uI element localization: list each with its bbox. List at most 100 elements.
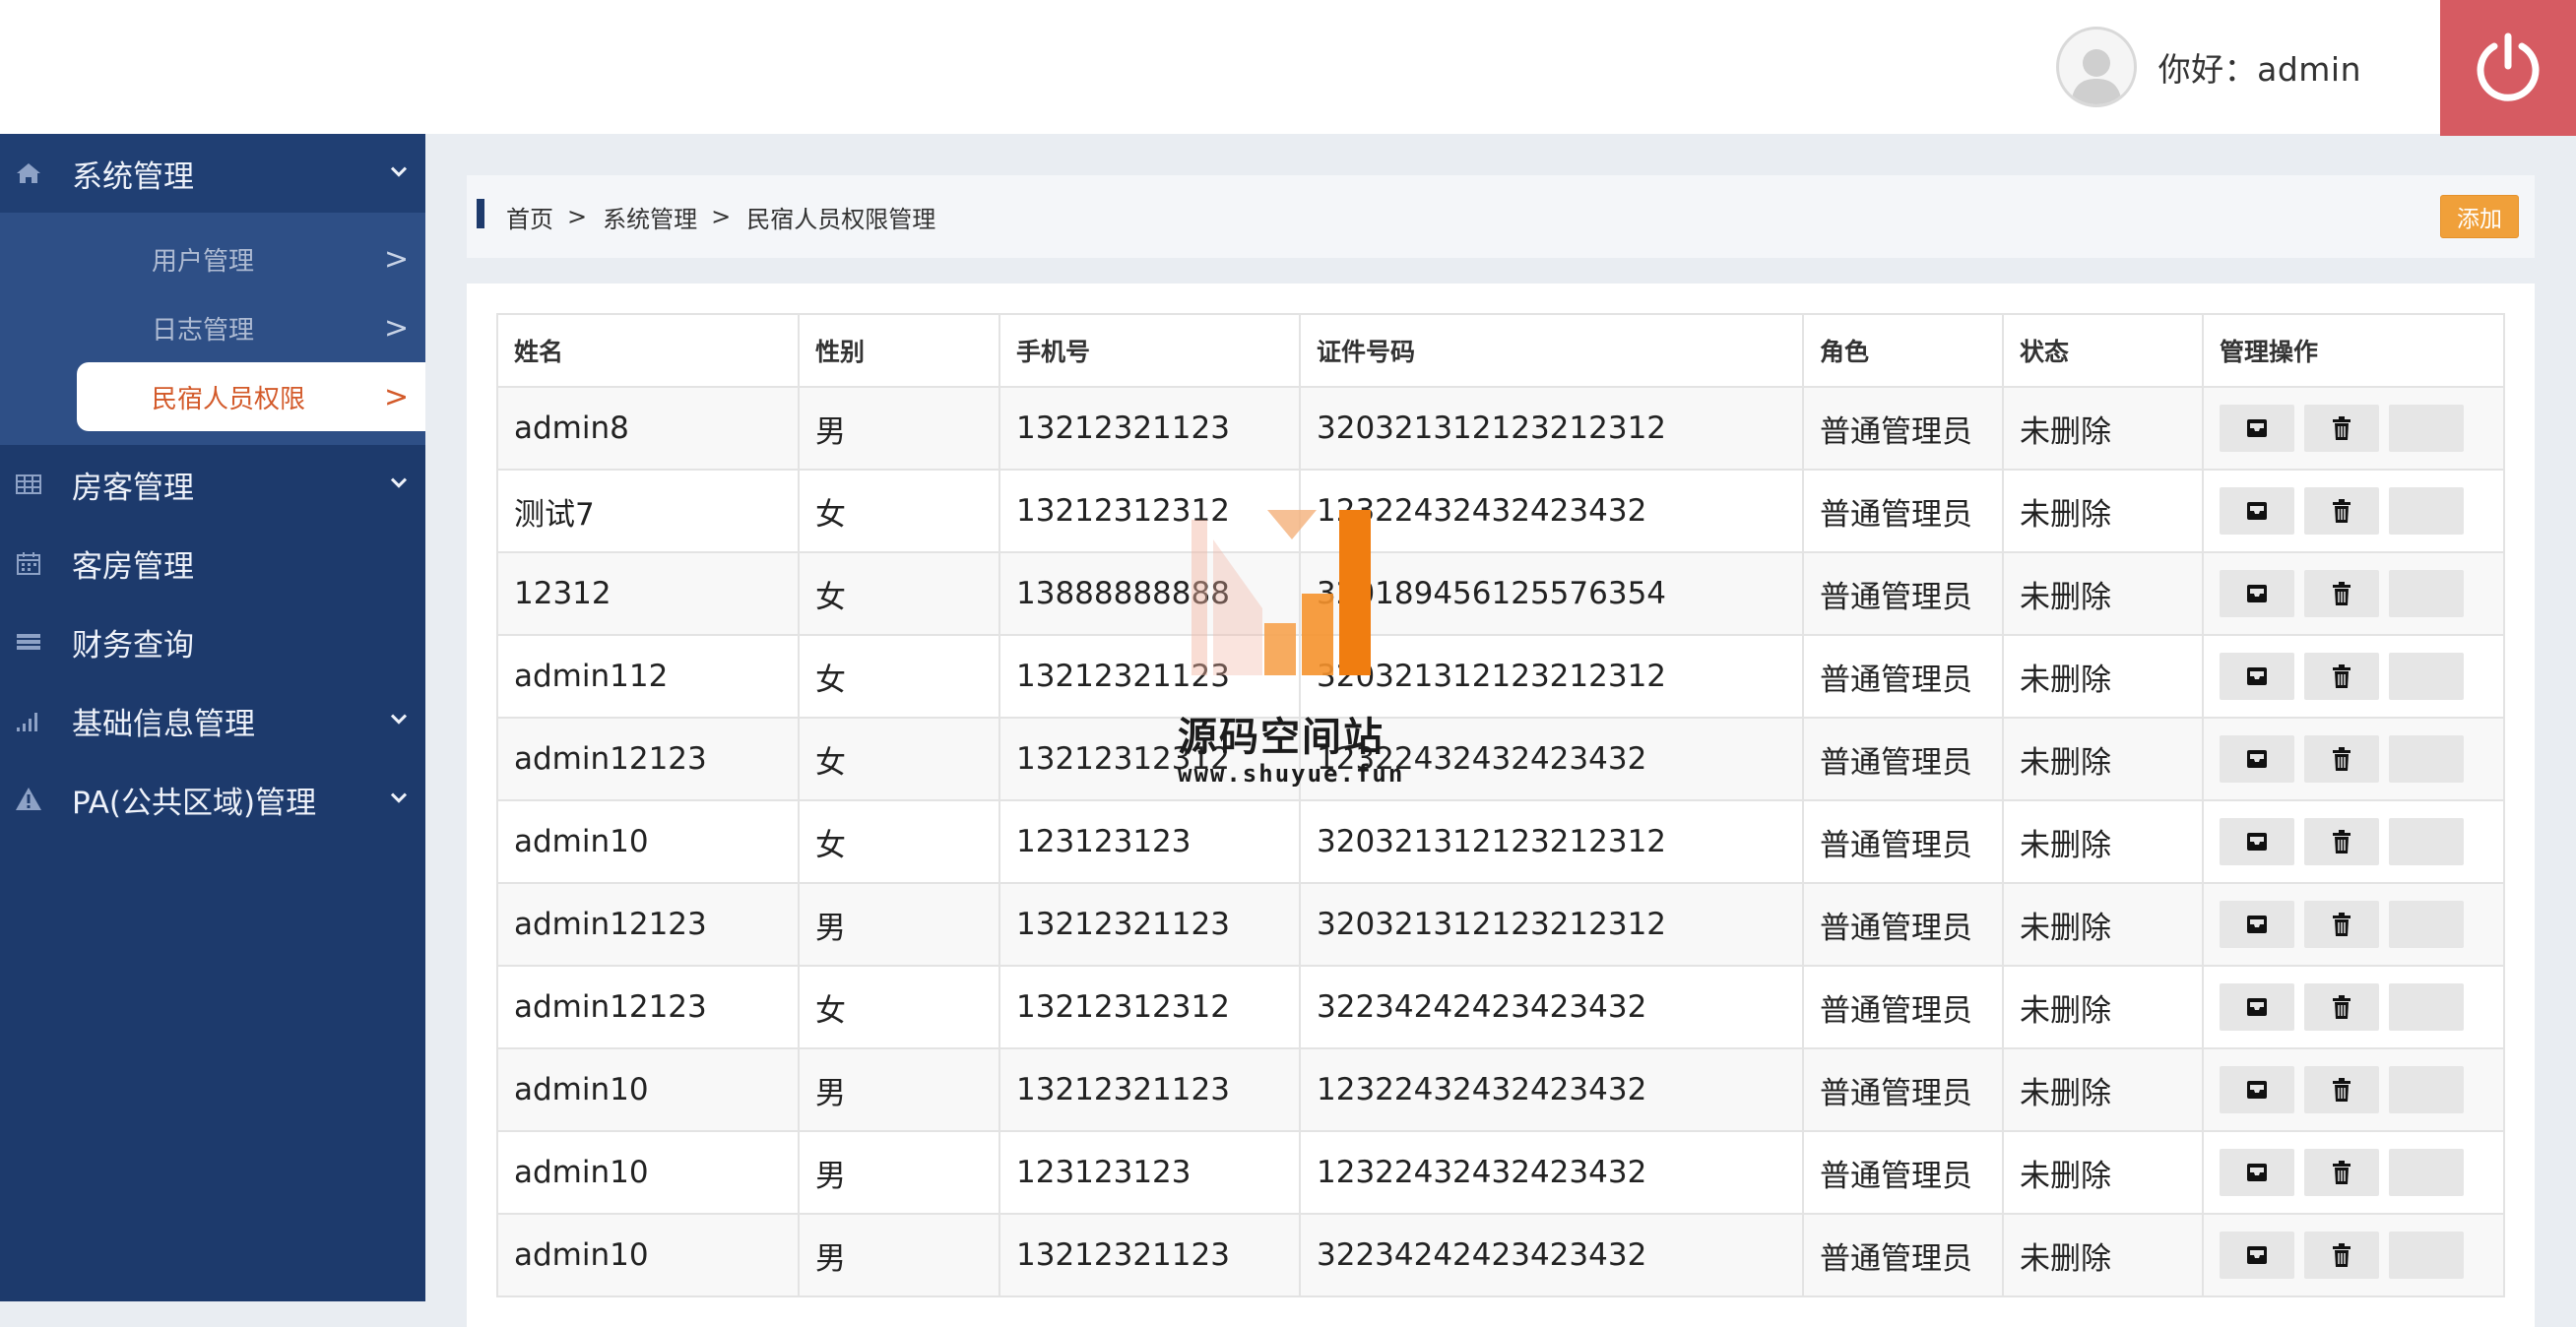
column-header-phone: 手机号 — [998, 313, 1301, 388]
edit-button[interactable] — [2220, 983, 2294, 1031]
edit-button[interactable] — [2220, 818, 2294, 865]
nav-group-label: 客房管理 — [72, 548, 194, 585]
table-row: admin12123 男 13212321123 320321312123212312… — [496, 882, 2505, 967]
sidebar-item-label: 用户管理 — [152, 246, 255, 277]
cell-gender: 男 — [798, 882, 1000, 967]
extra-action-button[interactable] — [2389, 405, 2464, 452]
delete-button[interactable] — [2304, 405, 2379, 452]
extra-action-button[interactable] — [2389, 1149, 2464, 1196]
edit-button[interactable] — [2220, 735, 2294, 783]
nav-group-finance[interactable]: 财务查询 — [0, 602, 425, 681]
extra-action-button[interactable] — [2389, 735, 2464, 783]
cell-actions — [2202, 717, 2505, 801]
breadcrumb-system[interactable]: 系统管理 — [603, 200, 697, 234]
edit-button[interactable] — [2220, 653, 2294, 700]
cell-name: 测试7 — [496, 469, 800, 553]
extra-action-button[interactable] — [2389, 570, 2464, 617]
nav-group-label: 系统管理 — [72, 158, 194, 195]
column-header-status: 状态 — [2002, 313, 2204, 388]
cell-id-number: 320321312123212312 — [1299, 386, 1804, 471]
sidebar: 系统管理 用户管理 > 日志管理 > 民宿人员权限 > 房客管理 客房管理 财务… — [0, 134, 425, 1301]
edit-button[interactable] — [2220, 570, 2294, 617]
inbox-icon — [2247, 667, 2267, 685]
breadcrumb-home[interactable]: 首页 — [506, 200, 553, 234]
cell-gender: 男 — [798, 1130, 1000, 1215]
arrow-right-icon: > — [384, 379, 410, 414]
cell-id-number: 320321312123212312 — [1299, 799, 1804, 884]
delete-button[interactable] — [2304, 570, 2379, 617]
table-header-row: 姓名 性别 手机号 证件号码 角色 状态 管理操作 — [496, 313, 2505, 388]
cell-phone: 13212321123 — [998, 882, 1301, 967]
sidebar-item-user-management[interactable]: 用户管理 > — [0, 224, 425, 293]
cell-status: 未删除 — [2002, 386, 2204, 471]
nav-group-label: 房客管理 — [72, 470, 194, 506]
edit-button[interactable] — [2220, 405, 2294, 452]
delete-button[interactable] — [2304, 901, 2379, 948]
nav-group-basic-info[interactable]: 基础信息管理 — [0, 681, 425, 760]
table-row: admin12123 女 13212312312 12322432432423432 普… — [496, 717, 2505, 801]
delete-button[interactable] — [2304, 818, 2379, 865]
cell-gender: 女 — [798, 799, 1000, 884]
extra-action-button[interactable] — [2389, 818, 2464, 865]
delete-button[interactable] — [2304, 1232, 2379, 1279]
breadcrumb-current: 民宿人员权限管理 — [746, 205, 936, 233]
sidebar-item-label: 民宿人员权限 — [152, 384, 306, 414]
power-icon — [2477, 32, 2540, 101]
extra-action-button[interactable] — [2389, 653, 2464, 700]
cell-phone: 123123123 — [998, 1130, 1301, 1215]
greeting-text: 你好：admin — [2157, 50, 2361, 89]
inbox-icon — [2247, 750, 2267, 768]
extra-action-button[interactable] — [2389, 983, 2464, 1031]
cell-actions — [2202, 1047, 2505, 1132]
sidebar-item-log-management[interactable]: 日志管理 > — [0, 293, 425, 362]
cell-name: admin10 — [496, 1130, 800, 1215]
delete-button[interactable] — [2304, 653, 2379, 700]
chevron-down-icon — [390, 714, 408, 725]
table-row: 测试7 女 13212312312 12322432432423432 普通管理员 未删除 — [496, 469, 2505, 553]
nav-group-public-area[interactable]: PA(公共区域)管理 — [0, 760, 425, 839]
extra-action-button[interactable] — [2389, 901, 2464, 948]
delete-button[interactable] — [2304, 1066, 2379, 1113]
cell-gender: 女 — [798, 469, 1000, 553]
edit-button[interactable] — [2220, 487, 2294, 535]
edit-button[interactable] — [2220, 1232, 2294, 1279]
trash-icon — [2333, 1161, 2351, 1184]
inbox-icon — [2247, 585, 2267, 602]
add-button[interactable]: 添加 — [2440, 195, 2519, 238]
cell-actions — [2202, 551, 2505, 636]
signal-icon — [17, 713, 37, 731]
cell-gender: 男 — [798, 386, 1000, 471]
row-actions — [2220, 487, 2503, 535]
nav-group-system[interactable]: 系统管理 — [0, 134, 425, 213]
delete-button[interactable] — [2304, 735, 2379, 783]
table-row: admin10 男 13212321123 32234242423423432 普通管理… — [496, 1213, 2505, 1297]
cell-phone: 13212321123 — [998, 1213, 1301, 1297]
sidebar-item-staff-permissions[interactable]: 民宿人员权限 > — [77, 362, 425, 431]
extra-action-button[interactable] — [2389, 1232, 2464, 1279]
cell-status: 未删除 — [2002, 799, 2204, 884]
edit-button[interactable] — [2220, 1066, 2294, 1113]
extra-action-button[interactable] — [2389, 487, 2464, 535]
extra-action-button[interactable] — [2389, 1066, 2464, 1113]
cell-name: admin8 — [496, 386, 800, 471]
inbox-icon — [2247, 1081, 2267, 1099]
delete-button[interactable] — [2304, 1149, 2379, 1196]
delete-button[interactable] — [2304, 487, 2379, 535]
row-actions — [2220, 901, 2503, 948]
table-row: admin12123 女 13212312312 32234242423423432 普… — [496, 965, 2505, 1049]
cell-id-number: 32234242423423432 — [1299, 965, 1804, 1049]
cell-status: 未删除 — [2002, 634, 2204, 719]
trash-icon — [2333, 913, 2351, 936]
logout-button[interactable] — [2440, 0, 2576, 136]
edit-button[interactable] — [2220, 901, 2294, 948]
nav-group-rooms[interactable]: 客房管理 — [0, 524, 425, 602]
breadcrumb-separator: > — [567, 203, 588, 230]
nav-group-guests[interactable]: 房客管理 — [0, 445, 425, 524]
cell-actions — [2202, 882, 2505, 967]
avatar-icon[interactable] — [2055, 27, 2137, 107]
edit-button[interactable] — [2220, 1149, 2294, 1196]
cell-actions — [2202, 1213, 2505, 1297]
delete-button[interactable] — [2304, 983, 2379, 1031]
trash-icon — [2333, 582, 2351, 605]
cell-gender: 女 — [798, 965, 1000, 1049]
